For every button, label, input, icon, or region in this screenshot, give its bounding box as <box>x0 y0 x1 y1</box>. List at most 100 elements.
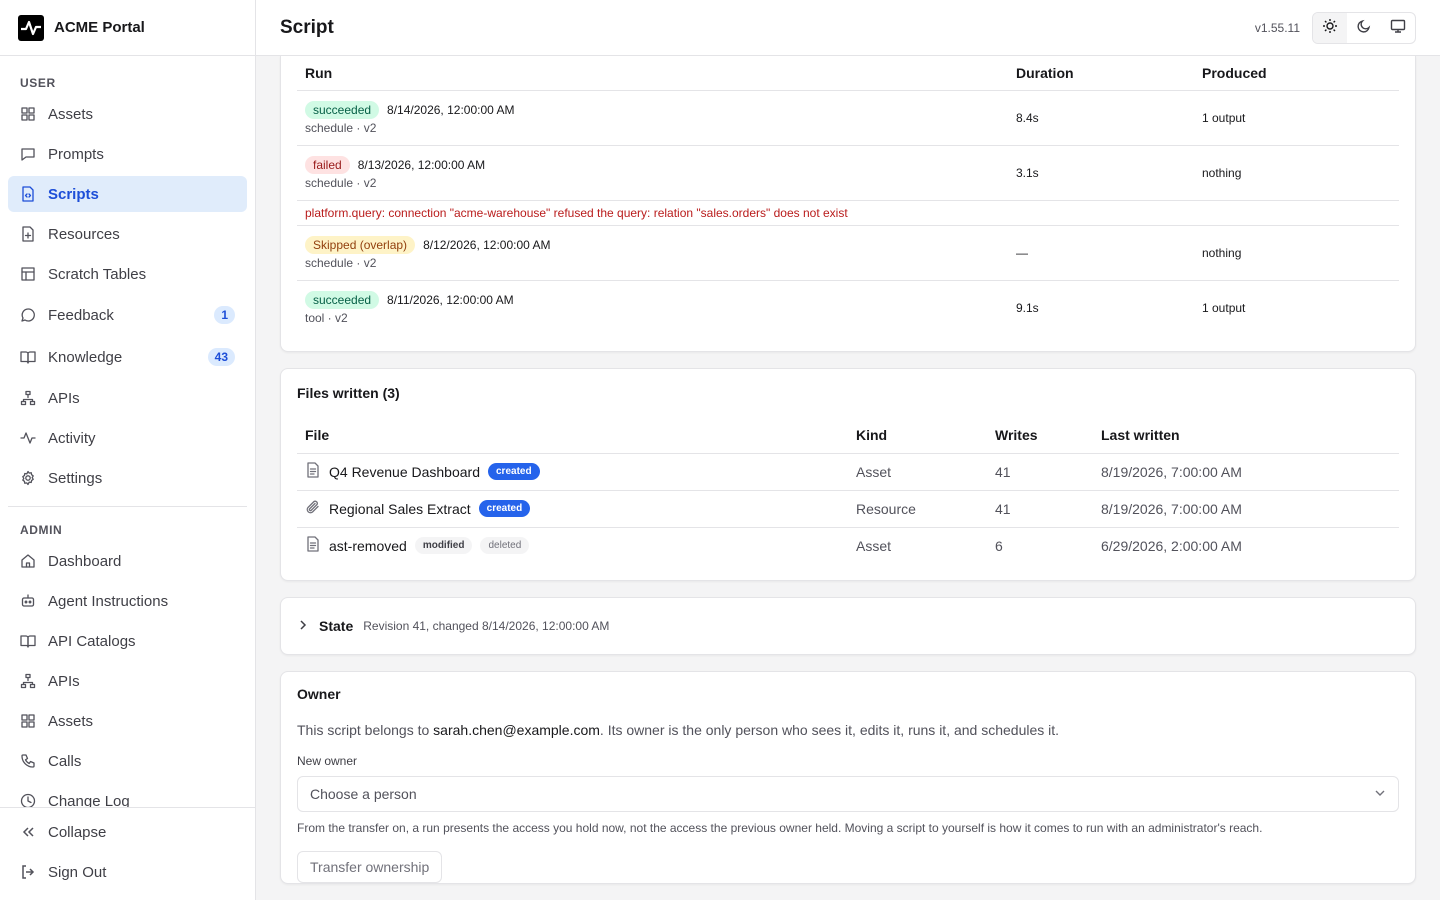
file-name[interactable]: Q4 Revenue Dashboard <box>329 464 480 480</box>
run-cell: succeeded 8/11/2026, 12:00:00 AM tool · v2 <box>297 280 1008 335</box>
file-row[interactable]: Regional Sales Extract created Resource 41 8… <box>297 490 1399 528</box>
file-cell: Regional Sales Extract created <box>297 490 848 528</box>
run-time: 8/12/2026, 12:00:00 AM <box>423 237 551 252</box>
dark-theme-button[interactable] <box>1347 13 1381 43</box>
file-writes: 41 <box>987 490 1093 528</box>
file-cell: Q4 Revenue Dashboard created <box>297 453 848 491</box>
sidebar-admin-item-calls[interactable]: Calls <box>8 743 247 779</box>
sidebar-admin-item-assets[interactable]: Assets <box>8 703 247 739</box>
sidebar-item-scripts[interactable]: Scripts <box>8 176 247 212</box>
sidebar-item-scratch-tables[interactable]: Scratch Tables <box>8 256 247 292</box>
sidebar-item-knowledge[interactable]: Knowledge 43 <box>8 338 247 376</box>
run-error-row: platform.query: connection "acme-warehou… <box>297 200 1399 226</box>
sidebar-item-feedback[interactable]: Feedback 1 <box>8 296 247 334</box>
run-duration: 3.1s <box>1008 145 1194 201</box>
nav-item-label: Knowledge <box>48 348 123 366</box>
owner-email: sarah.chen@example.com <box>433 722 600 738</box>
col-produced: Produced <box>1194 56 1399 91</box>
main: Script v1.55.11 Run Duration Produced su… <box>256 0 1440 900</box>
run-cell: Skipped (overlap) 8/12/2026, 12:00:00 AM s… <box>297 225 1008 281</box>
sidebar-item-prompts[interactable]: Prompts <box>8 136 247 172</box>
run-produced: nothing <box>1194 145 1399 201</box>
file-tag-modified: modified <box>414 537 473 555</box>
run-trigger: schedule · v2 <box>305 120 377 135</box>
file-plus-icon <box>20 226 36 242</box>
sidebar-item-resources[interactable]: Resources <box>8 216 247 252</box>
moon-icon <box>1356 18 1372 37</box>
sidebar-admin-item-apis[interactable]: APIs <box>8 663 247 699</box>
sidebar-item-assets[interactable]: Assets <box>8 96 247 132</box>
version-label: v1.55.11 <box>1254 20 1300 35</box>
sun-icon <box>1322 18 1338 37</box>
sidebar-admin-item-agent-instructions[interactable]: Agent Instructions <box>8 583 247 619</box>
run-status-badge: succeeded <box>305 290 380 309</box>
book-open-icon <box>20 633 36 649</box>
nav-item-label: Dashboard <box>48 552 122 570</box>
sidebar-item-settings[interactable]: Settings <box>8 460 247 496</box>
run-error-message: platform.query: connection "acme-warehou… <box>297 200 1399 226</box>
theme-toggle <box>1312 11 1416 44</box>
nav-item-label: Settings <box>48 469 103 487</box>
sidebar-admin-item-api-catalogs[interactable]: API Catalogs <box>8 623 247 659</box>
run-row[interactable]: failed 8/13/2026, 12:00:00 AM schedule · v… <box>297 145 1399 201</box>
state-toggle[interactable]: State Revision 41, changed 8/14/2026, 12… <box>281 598 1415 654</box>
network-icon <box>20 673 36 689</box>
file-tag-deleted: deleted <box>480 537 530 555</box>
run-time: 8/11/2026, 12:00:00 AM <box>387 292 514 307</box>
file-row[interactable]: ast-removed modified deleted Asset 6 6/29/202… <box>297 527 1399 564</box>
transfer-ownership-button[interactable]: Transfer ownership <box>297 851 443 883</box>
sign-out-button[interactable]: Sign Out <box>8 854 247 890</box>
file-kind: Resource <box>848 490 987 528</box>
select-placeholder: Choose a person <box>310 786 417 802</box>
sidebar-admin-item-dashboard[interactable]: Dashboard <box>8 543 247 579</box>
files-table: File Kind Writes Last written Q4 Revenue… <box>297 417 1399 564</box>
gear-icon <box>20 470 36 486</box>
run-produced: 1 output <box>1202 300 1246 315</box>
run-trigger: schedule · v2 <box>305 255 377 270</box>
file-row[interactable]: Q4 Revenue Dashboard created Asset 41 8/19/2… <box>297 453 1399 491</box>
nav-item-label: Calls <box>48 752 82 770</box>
nav-item-label: API Catalogs <box>48 632 136 650</box>
user-nav: Assets Prompts Scripts Resources Scratch Tab… <box>8 96 247 496</box>
home-icon <box>20 553 36 569</box>
file-name[interactable]: Regional Sales Extract <box>329 501 471 517</box>
sidebar-item-apis[interactable]: APIs <box>8 380 247 416</box>
run-row[interactable]: succeeded 8/11/2026, 12:00:00 AM tool · v2… <box>297 280 1399 335</box>
col-kind: Kind <box>848 417 987 454</box>
count-badge: 1 <box>214 306 235 324</box>
content: Run Duration Produced succeeded 8/14/2026… <box>256 56 1440 900</box>
brand[interactable]: ACME Portal <box>0 0 255 56</box>
run-row[interactable]: Skipped (overlap) 8/12/2026, 12:00:00 AM s… <box>297 225 1399 281</box>
pulse-logo-icon <box>18 14 44 41</box>
system-theme-button[interactable] <box>1381 13 1415 43</box>
file-text-icon <box>305 536 321 555</box>
nav-item-label: Scratch Tables <box>48 265 147 283</box>
nav-item-label: Resources <box>48 225 120 243</box>
run-cell: failed 8/13/2026, 12:00:00 AM schedule · v… <box>297 145 1008 201</box>
nav-item-label: Assets <box>48 105 94 123</box>
count-badge: 43 <box>207 348 235 366</box>
file-tag-created: created <box>488 463 540 480</box>
run-time: 8/14/2026, 12:00:00 AM <box>387 102 515 117</box>
sidebar-footer: Collapse Sign Out <box>0 807 255 900</box>
run-status-badge: Skipped (overlap) <box>305 235 416 254</box>
collapse-button[interactable]: Collapse <box>8 814 247 850</box>
topbar: Script v1.55.11 <box>256 0 1440 56</box>
light-theme-button[interactable] <box>1313 12 1347 43</box>
owner-description: This script belongs to sarah.chen@exampl… <box>297 722 1399 738</box>
owner-card: Owner This script belongs to sarah.chen@… <box>280 671 1416 884</box>
runs-card: Run Duration Produced succeeded 8/14/2026… <box>280 56 1416 352</box>
nav-item-label: Change Log <box>48 792 130 808</box>
file-code-icon <box>20 186 36 202</box>
col-duration: Duration <box>1008 56 1194 91</box>
nav-item-label: Assets <box>48 712 94 730</box>
new-owner-select[interactable]: Choose a person <box>297 776 1399 812</box>
section-label-user: USER <box>20 76 56 90</box>
sidebar-admin-item-change-log[interactable]: Change Log <box>8 783 247 807</box>
sidebar-item-activity[interactable]: Activity <box>8 420 247 456</box>
file-name[interactable]: ast-removed <box>329 538 407 554</box>
clock-icon <box>20 793 36 807</box>
col-last-written: Last written <box>1093 417 1399 454</box>
run-row[interactable]: succeeded 8/14/2026, 12:00:00 AM schedule … <box>297 90 1399 146</box>
run-produced: 1 output <box>1194 90 1399 146</box>
